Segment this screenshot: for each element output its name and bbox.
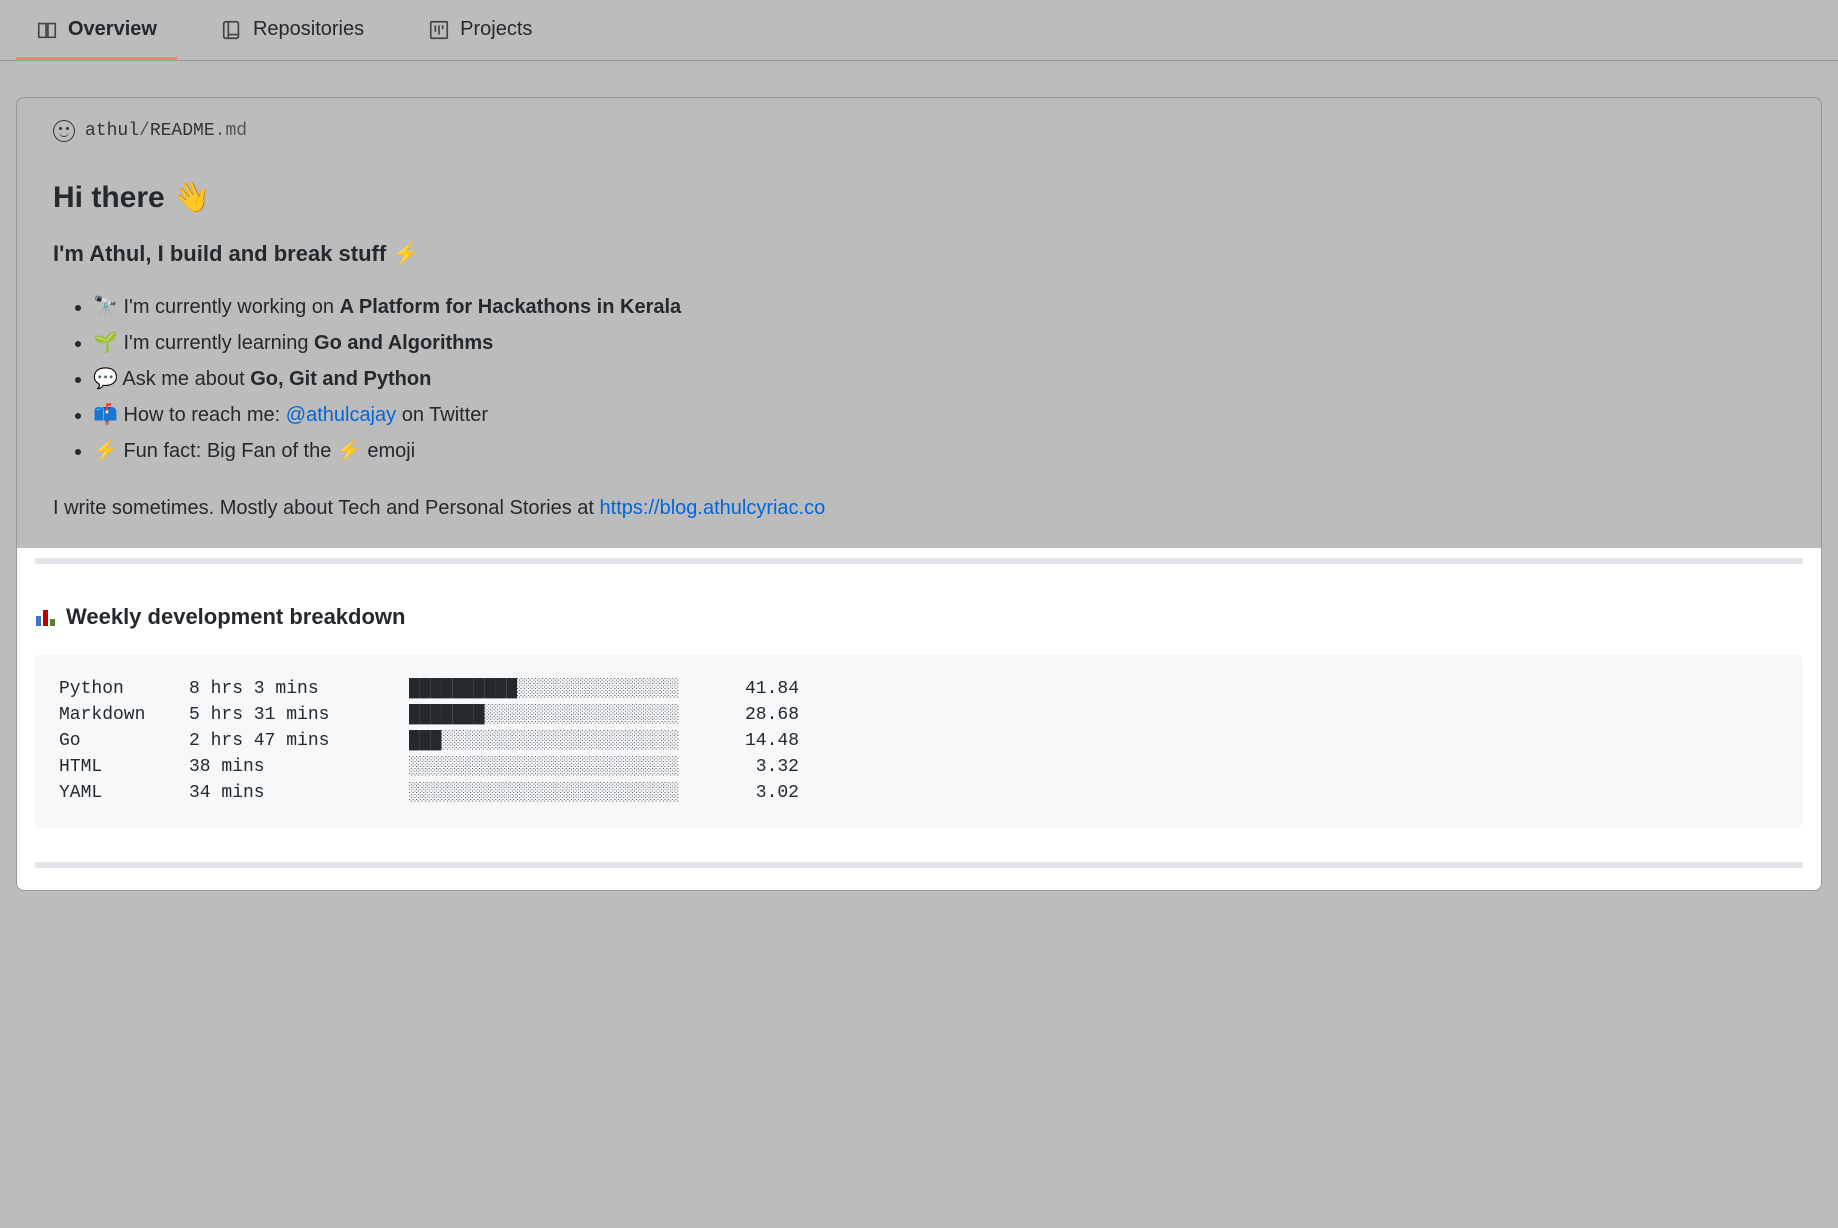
profile-tabs: Overview Repositories Projects bbox=[0, 0, 1838, 61]
tab-repositories[interactable]: Repositories bbox=[201, 0, 384, 60]
table-row: Python8 hrs 3 mins██████████░░░░░░░░░░░░… bbox=[59, 676, 1779, 702]
zap-icon: ⚡ bbox=[93, 433, 118, 469]
weekly-title: Weekly development breakdown bbox=[35, 604, 1803, 630]
readme-content: Hi there 👋 I'm Athul, I build and break … bbox=[17, 142, 1821, 520]
profile-readme-card: athul/README.md Hi there 👋 I'm Athul, I … bbox=[16, 97, 1822, 891]
bar-chart-icon bbox=[35, 607, 56, 627]
readme-heading: Hi there 👋 bbox=[53, 180, 1785, 215]
list-item: 📫 How to reach me: @athulcajay on Twitte… bbox=[93, 397, 1785, 433]
tab-overview-label: Overview bbox=[68, 18, 157, 41]
table-row: HTML38 mins░░░░░░░░░░░░░░░░░░░░░░░░░3.32 bbox=[59, 754, 1779, 780]
table-row: Go2 hrs 47 mins███░░░░░░░░░░░░░░░░░░░░░░… bbox=[59, 728, 1779, 754]
divider bbox=[35, 862, 1803, 868]
readme-writes: I write sometimes. Mostly about Tech and… bbox=[53, 497, 1785, 520]
smiley-icon bbox=[53, 120, 75, 142]
list-item: 🔭 I'm currently working on A Platform fo… bbox=[93, 289, 1785, 325]
mailbox-icon: 📫 bbox=[93, 397, 118, 433]
readme-ext: .md bbox=[215, 121, 247, 141]
weekly-breakdown-section: Weekly development breakdown Python8 hrs… bbox=[17, 548, 1821, 890]
weekly-code-block: Python8 hrs 3 mins██████████░░░░░░░░░░░░… bbox=[35, 654, 1803, 828]
repo-icon bbox=[221, 19, 243, 41]
project-icon bbox=[428, 19, 450, 41]
seedling-icon: 🌱 bbox=[93, 325, 118, 361]
list-item: 🌱 I'm currently learning Go and Algorith… bbox=[93, 325, 1785, 361]
twitter-link[interactable]: @athulcajay bbox=[286, 404, 396, 426]
readme-user: athul bbox=[85, 121, 139, 141]
tab-projects[interactable]: Projects bbox=[408, 0, 552, 60]
table-row: Markdown5 hrs 31 mins███████░░░░░░░░░░░░… bbox=[59, 702, 1779, 728]
blog-link[interactable]: https://blog.athulcyriac.co bbox=[600, 497, 826, 519]
telescope-icon: 🔭 bbox=[93, 289, 118, 325]
readme-filename: README bbox=[150, 121, 215, 141]
path-separator: / bbox=[139, 121, 150, 141]
tab-overview[interactable]: Overview bbox=[16, 0, 177, 60]
divider bbox=[35, 558, 1803, 564]
readme-path: athul/README.md bbox=[17, 98, 1821, 142]
readme-subheading: I'm Athul, I build and break stuff ⚡ bbox=[53, 241, 1785, 267]
speech-icon: 💬 bbox=[93, 361, 118, 397]
tab-projects-label: Projects bbox=[460, 18, 532, 41]
list-item: ⚡ Fun fact: Big Fan of the ⚡ emoji bbox=[93, 433, 1785, 469]
tab-repositories-label: Repositories bbox=[253, 18, 364, 41]
list-item: 💬 Ask me about Go, Git and Python bbox=[93, 361, 1785, 397]
book-icon bbox=[36, 19, 58, 41]
readme-info-list: 🔭 I'm currently working on A Platform fo… bbox=[53, 289, 1785, 469]
table-row: YAML34 mins░░░░░░░░░░░░░░░░░░░░░░░░░3.02 bbox=[59, 780, 1779, 806]
